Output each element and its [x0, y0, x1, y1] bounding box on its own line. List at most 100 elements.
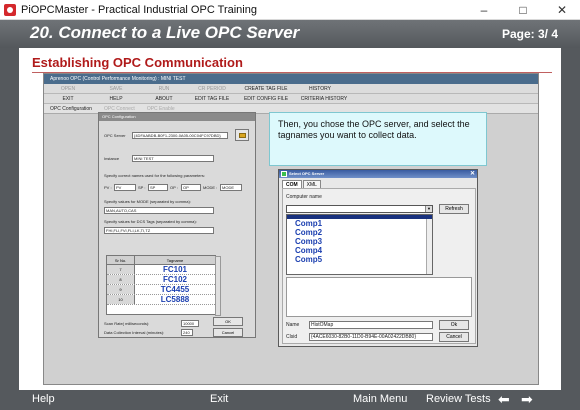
- sr-no-header: Sr No.: [107, 256, 135, 264]
- app-menu-row-2: EXIT HELP ABOUT EDIT TAG FILE EDIT CONFI…: [44, 94, 538, 104]
- select-opc-server-dialog: Select OPC Server ✕ COM XML Computer nam…: [278, 169, 478, 347]
- sp-field[interactable]: SP: [148, 184, 168, 191]
- menu-history[interactable]: HISTORY: [296, 84, 344, 93]
- list-item[interactable]: Comp4: [287, 246, 432, 255]
- right-frame: [561, 48, 580, 390]
- table-row[interactable]: 7 FC101: [107, 265, 215, 275]
- menu-open[interactable]: OPEN: [44, 84, 92, 93]
- tagname-cell[interactable]: TC4455: [135, 285, 215, 294]
- table-row[interactable]: 8 FC102: [107, 275, 215, 285]
- server-list-area[interactable]: [286, 277, 472, 317]
- menu-edit-config-file[interactable]: EDIT CONFIG FILE: [236, 94, 296, 103]
- row-number: 7: [107, 265, 135, 274]
- list-item[interactable]: Comp1: [287, 219, 432, 228]
- mode-values-label: Specify values for MODE (separated by co…: [104, 199, 191, 204]
- tagname-cell[interactable]: FC102: [135, 275, 215, 284]
- help-link[interactable]: Help: [32, 393, 55, 405]
- menu-cr-period[interactable]: CR PERIOD: [188, 84, 236, 93]
- slide-content: Establishing OPC Communication Aprenoo O…: [19, 48, 561, 390]
- embedded-app-title: Aprenoo OPC (Control Performance Monitor…: [44, 74, 538, 84]
- refresh-button[interactable]: Refresh: [439, 204, 469, 214]
- tagname-cell[interactable]: LC5888: [135, 295, 215, 304]
- maximize-button[interactable]: □: [505, 1, 541, 19]
- table-row[interactable]: 10 LC5888: [107, 295, 215, 305]
- clsid-label: Clsid: [286, 334, 298, 340]
- list-item[interactable]: Comp2: [287, 228, 432, 237]
- list-item[interactable]: Comp3: [287, 237, 432, 246]
- parameters-instruction: Specify correct names used for the follo…: [104, 173, 205, 178]
- op-label: OP :: [170, 185, 178, 190]
- tab-xml[interactable]: XML: [302, 180, 321, 188]
- exit-link[interactable]: Exit: [210, 393, 228, 405]
- menu-about[interactable]: ABOUT: [140, 94, 188, 103]
- table-row[interactable]: 9 TC4455: [107, 285, 215, 295]
- row-number: 8: [107, 275, 135, 284]
- name-label: Name: [286, 322, 300, 328]
- select-dialog-title-bar: Select OPC Server ✕: [279, 170, 477, 178]
- main-menu-link[interactable]: Main Menu: [353, 393, 407, 405]
- browse-server-button[interactable]: [235, 129, 249, 141]
- app-menu-row-1: OPEN SAVE RUN CR PERIOD CREATE TAG FILE …: [44, 84, 538, 94]
- sp-label: SP :: [138, 185, 146, 190]
- chevron-down-icon[interactable]: ▼: [425, 206, 432, 212]
- list-item[interactable]: Comp5: [287, 255, 432, 264]
- tagname-header: Tagname: [166, 258, 184, 263]
- next-arrow-icon[interactable]: ➡: [521, 391, 533, 408]
- opc-server-label: OPC Server: [104, 133, 126, 138]
- app-icon: [4, 4, 16, 16]
- window-title-bar: PiOPCMaster - Practical Industrial OPC T…: [0, 0, 580, 20]
- select-dialog-tabs: COM XML: [282, 180, 322, 188]
- select-dialog-body: Computer name ▼ Refresh Comp1 Comp2 Comp…: [282, 188, 476, 344]
- interval-label: Data Collection Interval (minutes):: [104, 330, 165, 335]
- computer-name-label: Computer name: [286, 194, 322, 200]
- section-heading: Establishing OPC Communication: [32, 55, 243, 70]
- tab-com[interactable]: COM: [282, 180, 302, 188]
- menu-edit-tag-file[interactable]: EDIT TAG FILE: [188, 94, 236, 103]
- menu-save[interactable]: SAVE: [92, 84, 140, 93]
- previous-arrow-icon[interactable]: ⬅: [498, 391, 510, 408]
- dialog-icon: [281, 171, 287, 177]
- pv-field[interactable]: PV: [114, 184, 136, 191]
- menu-criteria-history[interactable]: CRITERIA HISTORY: [296, 94, 352, 103]
- dropdown-scrollbar[interactable]: [426, 219, 432, 274]
- select-dialog-title: Select OPC Server: [289, 171, 325, 176]
- lesson-header: 20. Connect to a Live OPC Server Page: 3…: [0, 20, 580, 48]
- opc-server-field[interactable]: {4DFAABDB-B0F1-2300-0A05-00C04FC97DBD}: [132, 132, 228, 139]
- clsid-field[interactable]: {4ACE6030-82B0-11D0-B94E-00A02422DB80}: [309, 333, 433, 341]
- menu-run[interactable]: RUN: [140, 84, 188, 93]
- tagname-cell[interactable]: FC101: [135, 265, 215, 274]
- mode-field[interactable]: MODE: [220, 184, 242, 191]
- minimize-button[interactable]: –: [466, 1, 502, 19]
- menu-help[interactable]: HELP: [92, 94, 140, 103]
- cancel-button[interactable]: Cancel: [213, 328, 243, 337]
- dcs-tags-field[interactable]: FHI,FLI,FVI,FLI,LK,TI,TZ: [104, 227, 214, 234]
- menu-create-tag-file[interactable]: CREATE TAG FILE: [236, 84, 296, 93]
- instruction-callout: Then, you chose the OPC server, and sele…: [269, 112, 487, 166]
- row-number: 10: [107, 295, 135, 304]
- opc-configuration-title: OPC Configuration: [99, 113, 255, 121]
- name-field[interactable]: HistOMap: [309, 321, 433, 329]
- review-tests-link[interactable]: Review Tests: [426, 393, 491, 405]
- instance-field[interactable]: MINI TEST: [132, 155, 214, 162]
- close-icon[interactable]: ✕: [470, 170, 475, 178]
- mode-values-field[interactable]: MAN,AUTO,CAS: [104, 207, 214, 214]
- menu-exit[interactable]: EXIT: [44, 94, 92, 103]
- scan-rate-field[interactable]: 10000: [181, 320, 199, 327]
- close-button[interactable]: ✕: [544, 1, 580, 19]
- ok-button[interactable]: OK: [213, 317, 243, 326]
- interval-field[interactable]: 240: [181, 329, 193, 336]
- pv-label: PV :: [104, 185, 112, 190]
- tab-opc-configuration[interactable]: OPC Configuration: [44, 104, 98, 113]
- cancel-button[interactable]: Cancel: [439, 332, 469, 342]
- row-number: 9: [107, 285, 135, 294]
- opc-configuration-panel: OPC Configuration OPC Server {4DFAABDB-B…: [98, 112, 256, 338]
- lesson-title: 20. Connect to a Live OPC Server: [30, 23, 300, 42]
- ok-button[interactable]: Ok: [439, 320, 469, 330]
- page-indicator: Page: 3/ 4: [501, 27, 558, 41]
- computer-dropdown-list: Comp1 Comp2 Comp3 Comp4 Comp5: [286, 214, 433, 275]
- window-title: PiOPCMaster - Practical Industrial OPC T…: [21, 4, 257, 16]
- computer-name-combo[interactable]: ▼: [286, 205, 433, 213]
- tag-table-scrollbar[interactable]: [215, 256, 221, 316]
- op-field[interactable]: OP: [181, 184, 201, 191]
- footer-bar: Help Exit Main Menu Review Tests ⬅ ➡: [0, 390, 580, 410]
